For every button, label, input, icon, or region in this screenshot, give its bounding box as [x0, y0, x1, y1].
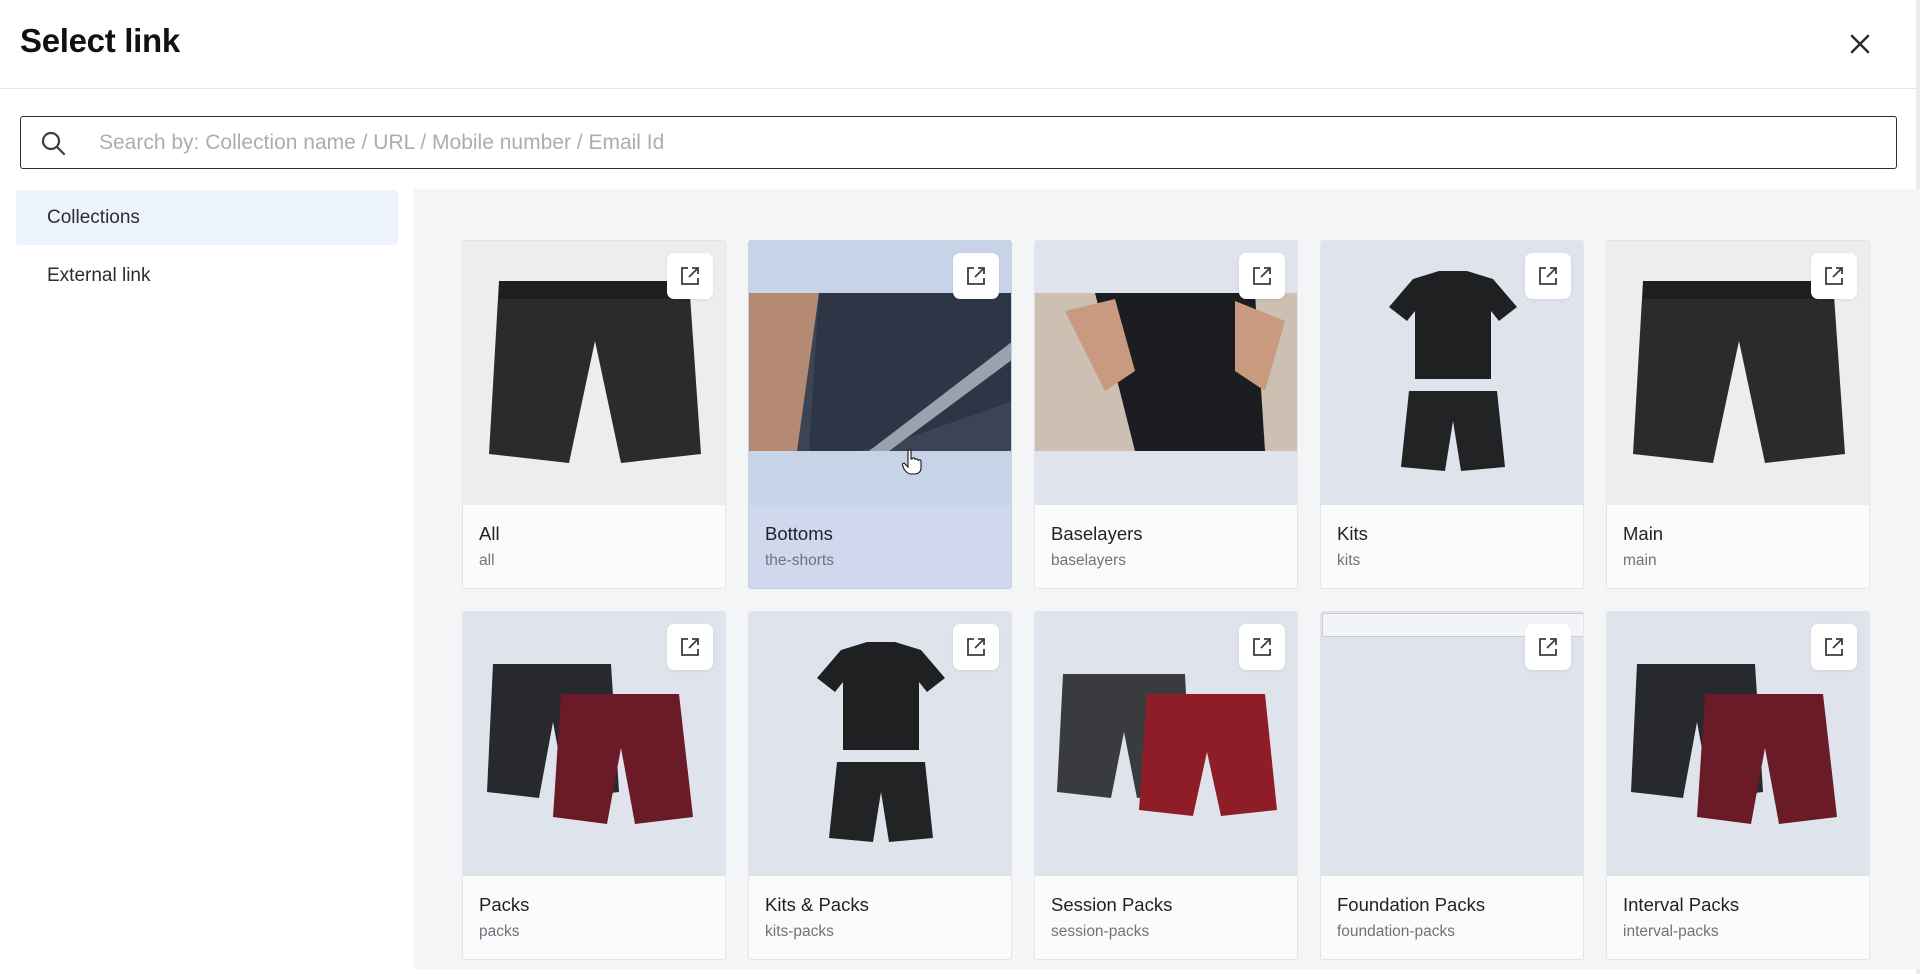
collection-slug: all [479, 552, 495, 569]
collection-card-foundation-packs[interactable]: Foundation Packs foundation-packs [1320, 611, 1584, 960]
collection-slug: the-shorts [765, 552, 834, 569]
collection-card-kits[interactable]: Kits kits [1320, 240, 1584, 589]
search-bar [20, 116, 1897, 169]
open-link-button[interactable] [1239, 253, 1285, 299]
open-in-new-icon [681, 638, 699, 656]
collection-slug: kits-packs [765, 923, 834, 940]
open-link-button[interactable] [953, 624, 999, 670]
open-link-button[interactable] [1525, 624, 1571, 670]
collection-card-main[interactable]: Main main [1606, 240, 1870, 589]
collection-slug: packs [479, 923, 520, 940]
open-in-new-icon [1253, 267, 1271, 285]
collection-card-session-packs[interactable]: Session Packs session-packs [1034, 611, 1298, 960]
sidebar-item-label: Collections [47, 207, 140, 228]
dialog-title: Select link [20, 22, 180, 59]
link-type-sidebar: Collections External link [16, 190, 400, 306]
dialog-header: Select link [0, 0, 1920, 89]
collection-card-all[interactable]: All all [462, 240, 726, 589]
select-link-dialog: Select link Collections External link [0, 0, 1920, 974]
collection-slug: interval-packs [1623, 923, 1719, 940]
search-icon [41, 131, 66, 156]
open-in-new-icon [967, 638, 985, 656]
collection-card-interval-packs[interactable]: Interval Packs interval-packs [1606, 611, 1870, 960]
collection-title: Packs [479, 894, 530, 915]
sidebar-item-collections[interactable]: Collections [16, 190, 398, 245]
open-in-new-icon [1825, 267, 1843, 285]
collection-title: Bottoms [765, 523, 833, 544]
close-icon [1850, 34, 1870, 54]
collection-slug: foundation-packs [1337, 923, 1456, 940]
close-button[interactable] [1840, 24, 1880, 64]
collection-card-bottoms[interactable]: Bottoms the-shorts [748, 240, 1012, 589]
open-in-new-icon [1539, 638, 1557, 656]
open-in-new-icon [681, 267, 699, 285]
open-link-button[interactable] [1525, 253, 1571, 299]
sidebar-item-external-link[interactable]: External link [16, 248, 398, 303]
open-link-button[interactable] [953, 253, 999, 299]
collections-panel: All all Bottoms the-shorts Baselayers ba… [414, 189, 1920, 969]
collection-slug: session-packs [1051, 923, 1150, 940]
collection-card-baselayers[interactable]: Baselayers baselayers [1034, 240, 1298, 589]
collection-slug: kits [1337, 552, 1361, 569]
open-link-button[interactable] [1239, 624, 1285, 670]
collection-title: Session Packs [1051, 894, 1173, 915]
search-input[interactable] [99, 123, 1879, 163]
open-in-new-icon [1825, 638, 1843, 656]
collection-card-packs[interactable]: Packs packs [462, 611, 726, 960]
collection-title: Main [1623, 523, 1664, 544]
collection-slug: main [1623, 552, 1657, 569]
collection-title: Interval Packs [1623, 894, 1740, 915]
open-link-button[interactable] [667, 253, 713, 299]
collection-title: All [479, 523, 500, 544]
collection-title: Foundation Packs [1337, 894, 1486, 915]
open-link-button[interactable] [667, 624, 713, 670]
collection-title: Baselayers [1051, 523, 1143, 544]
open-in-new-icon [967, 267, 985, 285]
collection-title: Kits [1337, 523, 1368, 544]
open-in-new-icon [1539, 267, 1557, 285]
collection-card-kits-packs[interactable]: Kits & Packs kits-packs [748, 611, 1012, 960]
collection-slug: baselayers [1051, 552, 1126, 569]
open-in-new-icon [1253, 638, 1271, 656]
sidebar-item-label: External link [47, 265, 151, 286]
open-link-button[interactable] [1811, 624, 1857, 670]
open-link-button[interactable] [1811, 253, 1857, 299]
hand-cursor-icon [902, 449, 922, 475]
collection-title: Kits & Packs [765, 894, 869, 915]
